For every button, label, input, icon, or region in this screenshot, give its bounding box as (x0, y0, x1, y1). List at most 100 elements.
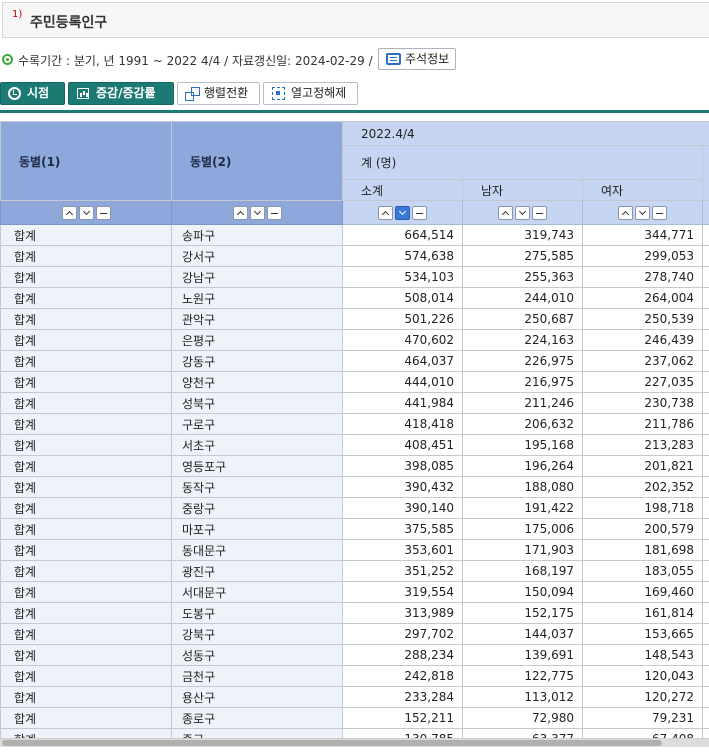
sort-controls-dim1 (0, 200, 172, 225)
pivot-label: 행렬전환 (204, 86, 249, 100)
title-footnote-marker[interactable]: 1) (12, 9, 22, 20)
cell-dim2: 마포구 (171, 518, 343, 540)
cell-extra (701, 602, 709, 624)
cell-extra (701, 350, 709, 372)
table-row: 합계 관악구 501,226 250,687 250,539 (0, 308, 709, 330)
cell-dim2: 동작구 (171, 476, 343, 498)
cell-dim2: 양천구 (171, 371, 343, 393)
pivot-button[interactable]: 행렬전환 (177, 82, 260, 105)
cell-subtotal: 375,585 (342, 518, 463, 540)
cell-subtotal: 464,037 (342, 350, 463, 372)
cell-male: 122,775 (462, 665, 583, 687)
cell-subtotal: 152,211 (342, 707, 463, 729)
cell-male: 206,632 (462, 413, 583, 435)
cell-female: 246,439 (582, 329, 703, 351)
chevron-up-icon[interactable] (378, 205, 393, 220)
page-title: 주민등록인구 (30, 15, 108, 31)
cell-male: 191,422 (462, 497, 583, 519)
cell-dim2: 영등포구 (171, 455, 343, 477)
cell-female: 278,740 (582, 266, 703, 288)
note-info-button[interactable]: 주석정보 (378, 48, 457, 70)
cell-extra (701, 581, 709, 603)
cell-female: 148,543 (582, 644, 703, 666)
cell-female: 120,272 (582, 686, 703, 708)
cell-subtotal: 444,010 (342, 371, 463, 393)
cell-dim2: 서대문구 (171, 581, 343, 603)
cell-subtotal: 501,226 (342, 308, 463, 330)
cell-female: 202,352 (582, 476, 703, 498)
change-rate-button[interactable]: 증감/증감률 (68, 82, 174, 105)
toolbar: 시점 증감/증감률 행렬전환 열고정해제 (0, 82, 709, 106)
cell-dim2: 관악구 (171, 308, 343, 330)
cell-dim1: 합계 (0, 287, 172, 309)
collection-info: 수록기간 : 분기, 년 1991 ~ 2022 4/4 / 자료갱신일: 20… (0, 48, 709, 72)
cell-subtotal: 441,984 (342, 392, 463, 414)
cell-extra (701, 413, 709, 435)
minus-icon[interactable] (266, 205, 282, 220)
chevron-down-icon[interactable] (78, 205, 94, 220)
cell-female: 79,231 (582, 707, 703, 729)
cell-female: 344,771 (582, 224, 703, 246)
cell-dim2: 동대문구 (171, 539, 343, 561)
cell-subtotal: 390,140 (342, 497, 463, 519)
cell-dim1: 합계 (0, 644, 172, 666)
cell-male: 144,037 (462, 623, 583, 645)
minus-icon[interactable] (95, 205, 111, 220)
scrollbar-thumb[interactable] (2, 740, 662, 746)
cell-female: 211,786 (582, 413, 703, 435)
cell-female: 264,004 (582, 287, 703, 309)
cell-subtotal: 390,432 (342, 476, 463, 498)
chevron-down-icon[interactable] (249, 205, 265, 220)
cell-dim2: 강서구 (171, 245, 343, 267)
cell-dim2: 성북구 (171, 392, 343, 414)
chevron-down-icon[interactable] (395, 205, 410, 220)
cell-female: 169,460 (582, 581, 703, 603)
cell-extra (701, 392, 709, 414)
table-row: 합계 동작구 390,432 188,080 202,352 (0, 476, 709, 498)
cell-dim1: 합계 (0, 224, 172, 246)
cell-dim2: 금천구 (171, 665, 343, 687)
chevron-down-icon[interactable] (635, 205, 650, 220)
table-row: 합계 강남구 534,103 255,363 278,740 (0, 266, 709, 288)
chevron-up-icon[interactable] (61, 205, 77, 220)
dim1-header: 동별(1) (0, 121, 172, 201)
chevron-up-icon[interactable] (232, 205, 248, 220)
cell-female: 198,718 (582, 497, 703, 519)
chevron-up-icon[interactable] (618, 205, 633, 220)
col-header-subtotal: 소계 (342, 179, 463, 201)
cell-female: 120,043 (582, 665, 703, 687)
table-row: 합계 양천구 444,010 216,975 227,035 (0, 371, 709, 393)
cell-subtotal: 319,554 (342, 581, 463, 603)
cell-subtotal: 534,103 (342, 266, 463, 288)
unfreeze-columns-button[interactable]: 열고정해제 (263, 82, 358, 105)
table-row: 합계 서초구 408,451 195,168 213,283 (0, 434, 709, 456)
cell-extra (701, 497, 709, 519)
cell-extra (701, 665, 709, 687)
collection-period-text: 수록기간 : 분기, 년 1991 ~ 2022 4/4 / 자료갱신일: 20… (18, 54, 373, 68)
time-point-button[interactable]: 시점 (0, 82, 65, 105)
cell-dim1: 합계 (0, 518, 172, 540)
chevron-up-icon[interactable] (498, 205, 513, 220)
cell-dim2: 은평구 (171, 329, 343, 351)
cell-dim2: 구로구 (171, 413, 343, 435)
cell-subtotal: 664,514 (342, 224, 463, 246)
chevron-down-icon[interactable] (515, 205, 530, 220)
period-header: 2022.4/4 (341, 121, 709, 146)
table-row: 합계 마포구 375,585 175,006 200,579 (0, 518, 709, 540)
cell-extra (701, 224, 709, 246)
cell-extra (701, 686, 709, 708)
minus-icon[interactable] (532, 205, 547, 220)
minus-icon[interactable] (652, 205, 667, 220)
minus-icon[interactable] (412, 205, 427, 220)
cell-male: 168,197 (462, 560, 583, 582)
pivot-icon (185, 87, 200, 101)
cell-subtotal: 398,085 (342, 455, 463, 477)
cell-extra (701, 476, 709, 498)
cell-extra (701, 560, 709, 582)
cell-dim2: 강북구 (171, 623, 343, 645)
circle-bullet-icon (2, 54, 13, 65)
cell-extra (701, 623, 709, 645)
horizontal-scrollbar[interactable] (0, 738, 709, 747)
cell-subtotal: 574,638 (342, 245, 463, 267)
cell-male: 224,163 (462, 329, 583, 351)
